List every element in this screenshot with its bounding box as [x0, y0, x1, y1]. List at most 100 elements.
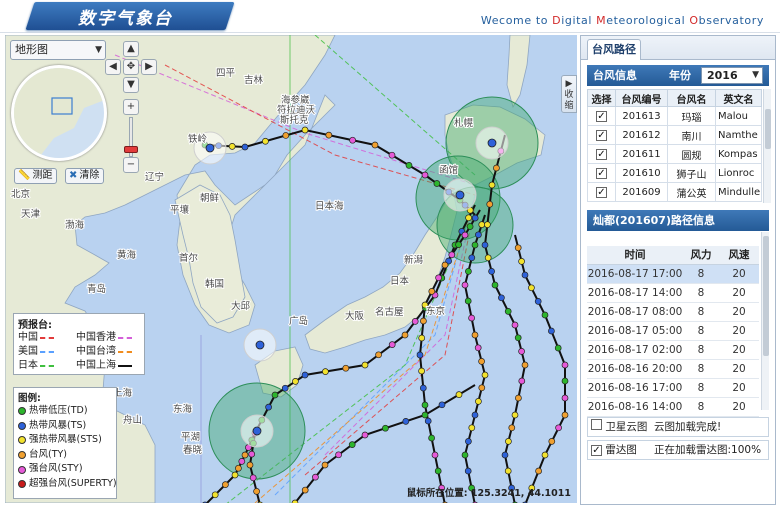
overview-map[interactable]	[11, 65, 107, 161]
track-point	[235, 464, 242, 472]
track-point	[238, 458, 246, 465]
track-point	[401, 331, 409, 339]
path-row[interactable]: 2016-08-16 20:00 8 20	[587, 359, 759, 379]
typhoon-row[interactable]: ✓ 201612 南川 Namthe	[587, 125, 762, 145]
radar-checkbox[interactable]: ✓	[591, 445, 602, 456]
track-point	[481, 371, 489, 379]
typhoon-center-dot	[252, 426, 262, 436]
track-point	[514, 244, 522, 252]
typhoon-checkbox[interactable]: ✓	[596, 129, 607, 141]
place-label: 舟山	[123, 414, 142, 426]
category-label: 超强台风(SUPERTY)	[29, 477, 117, 489]
place-label: 大阪	[345, 310, 365, 322]
pan-center-button[interactable]: ✥	[123, 59, 139, 75]
collapse-panel-button[interactable]: ▶ 收 缩	[561, 75, 577, 113]
track-point	[241, 143, 249, 151]
path-force-cell: 8	[683, 378, 719, 398]
typhoon-row[interactable]: ✓ 201610 狮子山 Lionroc	[587, 163, 762, 183]
measure-button[interactable]: 📏 测距	[14, 168, 58, 184]
category-label: 台风(TY)	[29, 448, 68, 460]
zoom-slider-handle[interactable]	[124, 146, 138, 153]
typhoon-select-cell[interactable]: ✓	[587, 163, 616, 183]
track-point	[342, 364, 350, 372]
place-label: 札幌	[454, 117, 474, 129]
agency-legend-row: 日本 中国上海	[18, 359, 140, 373]
track-point	[555, 424, 562, 432]
track-point	[301, 371, 309, 379]
pan-down-button[interactable]: ▼	[123, 77, 139, 93]
zoom-out-button[interactable]: −	[123, 157, 139, 173]
typhoon-row[interactable]: ✓ 201609 蒲公英 Mindulle	[587, 182, 762, 202]
agency-line-swatch	[40, 365, 54, 367]
category-dot-icon	[18, 465, 26, 474]
radar-option[interactable]: ✓ 雷达图 正在加载雷达图:100%	[587, 440, 769, 460]
typhoon-select-cell[interactable]: ✓	[587, 106, 616, 126]
place-label: 天津	[21, 209, 41, 220]
track-point	[498, 294, 505, 302]
pan-left-button[interactable]: ◀	[105, 59, 121, 75]
tab-typhoon-path[interactable]: 台风路径	[587, 39, 641, 60]
agency-legend-item: 中国台湾	[76, 345, 134, 359]
year-select[interactable]: 2016 ▼	[701, 67, 763, 84]
track-point	[468, 254, 476, 262]
track-point	[246, 461, 254, 469]
typhoon-list-scrollbar[interactable]	[763, 89, 771, 203]
track-point	[474, 344, 482, 352]
typhoon-row[interactable]: ✓ 201613 玛瑙 Malou	[587, 106, 762, 126]
typhoon-checkbox[interactable]: ✓	[596, 110, 607, 122]
typhoon-select-cell[interactable]: ✓	[587, 144, 616, 164]
map-canvas[interactable]: 吉林 四平 海参崴 符拉迪沃 斯托克 铁岭 辽宁 朝鲜 北京 天津 渤海 平壤 首尔 韩国 大邱 日本海 日本札…	[5, 35, 577, 503]
agency-label: 中国台湾	[76, 346, 116, 357]
satellite-cloud-checkbox[interactable]	[591, 419, 602, 430]
place-label: 平湖	[181, 432, 200, 443]
track-point	[292, 378, 299, 385]
typhoon-en-name-cell: Kompas	[715, 144, 762, 164]
path-info-body: 2016-08-17 17:00 8 20 2016-08-17 14:00 8 20 20…	[587, 264, 759, 436]
typhoon-checkbox[interactable]: ✓	[596, 148, 607, 160]
typhoon-checkbox[interactable]: ✓	[596, 167, 607, 179]
track-point	[420, 317, 427, 325]
typhoon-select-cell[interactable]: ✓	[587, 182, 616, 202]
path-row[interactable]: 2016-08-17 14:00 8 20	[587, 283, 759, 303]
path-row[interactable]: 2016-08-16 17:00 8 20	[587, 378, 759, 398]
pan-up-button[interactable]: ▲	[123, 41, 139, 57]
satellite-cloud-option[interactable]: 卫星云图 云图加载完成!	[587, 417, 769, 437]
track-point	[441, 261, 449, 269]
track-point	[468, 424, 476, 432]
track-point	[461, 231, 469, 239]
track-point	[471, 241, 479, 249]
category-legend-title: 图例:	[18, 393, 41, 404]
track-point	[248, 450, 256, 458]
track-point	[421, 171, 429, 179]
typhoon-column-header: 英文名	[715, 89, 762, 107]
track-point	[541, 311, 549, 319]
typhoon-checkbox[interactable]: ✓	[596, 186, 607, 198]
path-row[interactable]: 2016-08-17 05:00 8 20	[587, 321, 759, 341]
track-point	[361, 361, 369, 369]
typhoon-select-cell[interactable]: ✓	[587, 125, 616, 145]
map-type-select[interactable]: 地形图 ▼	[10, 40, 106, 60]
typhoon-list-body: ✓ 201613 玛瑙 Malou ✓ 201612 南川 Namthe ✓ 201611 圆规 Ko…	[587, 106, 762, 202]
track-point	[421, 401, 429, 409]
path-row[interactable]: 2016-08-16 14:00 8 20	[587, 397, 759, 417]
track-point	[511, 321, 519, 329]
path-speed-cell: 20	[719, 302, 759, 322]
pan-right-button[interactable]: ▶	[141, 59, 157, 75]
track-point	[411, 318, 419, 325]
zoom-in-button[interactable]: +	[123, 99, 139, 115]
path-row[interactable]: 2016-08-17 17:00 8 20	[587, 264, 759, 284]
track-point	[371, 141, 379, 149]
typhoon-row[interactable]: ✓ 201611 圆规 Kompas	[587, 144, 762, 164]
path-row[interactable]: 2016-08-17 02:00 8 20	[587, 340, 759, 360]
clear-button[interactable]: ✖ 清除	[65, 168, 105, 184]
place-label: 斯托克	[280, 114, 309, 126]
path-list-scrollbar[interactable]	[761, 232, 769, 410]
typhoon-list-scroll-thumb[interactable]	[765, 109, 771, 149]
place-label: 名古屋	[375, 306, 404, 318]
path-list-scroll-thumb[interactable]	[763, 236, 769, 356]
track-point	[361, 431, 369, 439]
path-row[interactable]: 2016-08-17 08:00 8 20	[587, 302, 759, 322]
agency-label: 美国	[18, 346, 38, 357]
path-time-cell: 2016-08-16 14:00	[587, 397, 683, 417]
track-point	[493, 164, 500, 172]
